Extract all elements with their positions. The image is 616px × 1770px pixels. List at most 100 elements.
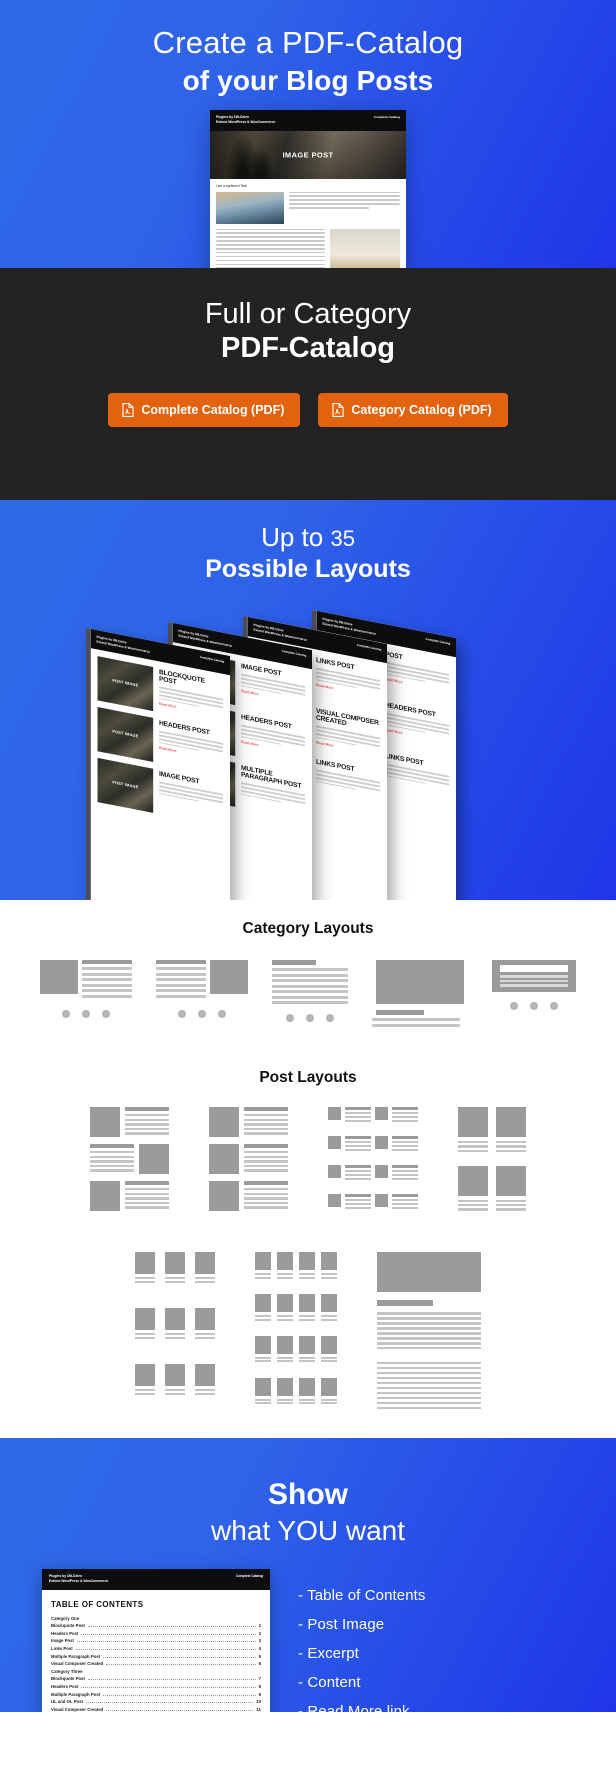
wire-cell <box>255 1252 271 1286</box>
post-layout-option-7[interactable] <box>377 1252 481 1412</box>
toc-entry-name: Multiple Paragraph Post <box>51 1691 101 1697</box>
hero-title-line2: of your Blog Posts <box>182 64 434 96</box>
toc-entry-name: Visual Composer Created <box>51 1661 104 1667</box>
wire-image <box>209 1107 239 1137</box>
category-layout-option-4[interactable] <box>372 960 468 1029</box>
post-layout-option-4[interactable] <box>458 1107 526 1218</box>
pdf-paragraph-2 <box>216 228 325 268</box>
pdf-file-icon <box>332 403 344 417</box>
wire-dots <box>272 1014 348 1022</box>
toc-entry-row[interactable]: Blockquote Post 7 <box>51 1676 261 1681</box>
toc-entry-row[interactable]: Headers Post 2 <box>51 1631 261 1636</box>
wire-cell <box>321 1377 337 1412</box>
post-layout-option-5[interactable] <box>135 1252 215 1412</box>
toc-dot-leader <box>103 1654 256 1658</box>
toc-document: Plugins by DB-Dzine Extend WordPress & W… <box>42 1568 270 1712</box>
wire-image <box>209 1144 239 1174</box>
wire-image <box>90 1107 120 1137</box>
wire-image <box>375 1194 388 1207</box>
wire-cell <box>165 1363 185 1412</box>
wire-heading <box>376 1010 424 1015</box>
wire-cell <box>277 1293 293 1328</box>
pdf-document-header: Plugins by DB-Dzine Extend WordPress & W… <box>210 110 406 131</box>
wire-cell <box>277 1335 293 1370</box>
post-layout-option-2[interactable] <box>209 1107 288 1218</box>
wire-image <box>210 960 248 994</box>
post-layout-option-1[interactable] <box>90 1107 169 1218</box>
category-layout-option-5[interactable] <box>492 960 576 1010</box>
wire-cell <box>277 1252 293 1286</box>
toc-dot-leader <box>81 1684 256 1688</box>
wire-image <box>328 1107 341 1120</box>
pdf-brand-line2: Extend WordPress & WooCommerce <box>216 120 276 125</box>
toc-entry-row[interactable]: Links Post 4 <box>51 1646 261 1651</box>
category-layout-option-1[interactable] <box>40 960 132 1018</box>
feature-item: - Read More link <box>298 1702 410 1712</box>
wire-cell <box>458 1107 488 1160</box>
complete-catalog-button[interactable]: Complete Catalog (PDF) <box>108 393 301 427</box>
pdf-hero-image-label: IMAGE POST <box>282 150 334 160</box>
toc-entry-row[interactable]: Blockquote Post 1 <box>51 1623 261 1628</box>
page-catalog-label: Complete Catalog <box>356 642 382 652</box>
wire-cell <box>165 1307 185 1356</box>
toc-entry-row[interactable]: Headers Post 8 <box>51 1684 261 1689</box>
toc-body: TABLE OF CONTENTS Category One Blockquote… <box>42 1590 270 1712</box>
wire-heading <box>272 960 316 965</box>
toc-category-row[interactable]: Category Three <box>51 1669 261 1674</box>
layouts-title-line2: Possible Layouts <box>205 555 411 583</box>
layouts-title-line1: Up to 35 <box>0 522 616 553</box>
toc-entry-name: Visual Composer Created <box>51 1706 104 1712</box>
wire-cell <box>135 1252 155 1300</box>
wire-cell <box>496 1107 526 1160</box>
feature-item: - Post Image <box>298 1615 385 1633</box>
wire-cell <box>321 1293 337 1328</box>
toc-entry-row[interactable]: Visual Composer Created 11 <box>51 1707 261 1712</box>
toc-dot-leader <box>81 1631 256 1635</box>
toc-entry-row[interactable]: UL and OL Post 10 <box>51 1699 261 1704</box>
wireframes-section: Category Layouts Post Layouts <box>0 900 616 1438</box>
wire-text <box>90 1144 134 1174</box>
post-layout-option-6[interactable] <box>255 1252 337 1412</box>
wire-cell <box>255 1335 271 1370</box>
toc-page-number: 6 <box>258 1661 261 1667</box>
wire-text <box>345 1194 371 1218</box>
promo-page: Create a PDF-Catalog of your Blog Posts … <box>0 0 616 1712</box>
catalog-section: Full or Category PDF-Catalog Complete Ca… <box>0 268 616 500</box>
toc-dot-leader <box>75 1646 256 1650</box>
wire-text <box>244 1181 288 1211</box>
catalog-button-row: Complete Catalog (PDF) Category Catalog … <box>0 393 616 427</box>
category-layout-option-3[interactable] <box>272 960 348 1022</box>
wire-cell <box>321 1335 337 1370</box>
layout-page-1: Plugins by DB-Dzine Extend WordPress & W… <box>86 628 230 900</box>
category-catalog-button-label: Category Catalog (PDF) <box>351 402 492 417</box>
toc-page-number: 11 <box>256 1706 261 1712</box>
toc-page-number: 1 <box>258 1623 261 1629</box>
layouts-section: Up to 35 Possible Layouts Plugins by DB-… <box>0 500 616 900</box>
post-layout-option-3[interactable] <box>328 1107 418 1218</box>
pdf-secondary-image <box>330 228 400 268</box>
pdf-brand: Plugins by DB-Dzine Extend WordPress & W… <box>216 115 275 126</box>
toc-entry-row[interactable]: Visual Composer Created 6 <box>51 1661 261 1666</box>
wire-frame <box>492 960 576 992</box>
toc-page-number: 4 <box>258 1645 261 1651</box>
post-image: POST IMAGE <box>97 758 154 814</box>
toc-entry-name: Headers Post <box>51 1630 79 1636</box>
toc-header: Plugins by DB-Dzine Extend WordPress & W… <box>42 1568 270 1590</box>
wire-image <box>328 1194 341 1207</box>
toc-entry-row[interactable]: Image Post 3 <box>51 1638 261 1643</box>
toc-category-row[interactable]: Category One <box>51 1616 261 1621</box>
show-title-line1: Show <box>268 1477 348 1511</box>
category-catalog-button[interactable]: Category Catalog (PDF) <box>318 393 508 427</box>
wire-dots <box>40 1010 132 1018</box>
pdf-thumb-image <box>216 191 284 224</box>
category-layouts-title: Category Layouts <box>242 920 374 937</box>
catalog-title-line2: PDF-Catalog <box>221 332 395 364</box>
catalog-title-line1: Full or Category <box>204 298 412 330</box>
wire-cell <box>299 1377 315 1412</box>
wire-text <box>392 1165 418 1189</box>
toc-entry-row[interactable]: Multiple Paragraph Post 5 <box>51 1654 261 1659</box>
wire-text <box>392 1136 418 1160</box>
toc-entry-row[interactable]: Multiple Paragraph Post 9 <box>51 1692 261 1697</box>
category-layout-option-2[interactable] <box>156 960 248 1018</box>
wire-cell <box>255 1293 271 1328</box>
